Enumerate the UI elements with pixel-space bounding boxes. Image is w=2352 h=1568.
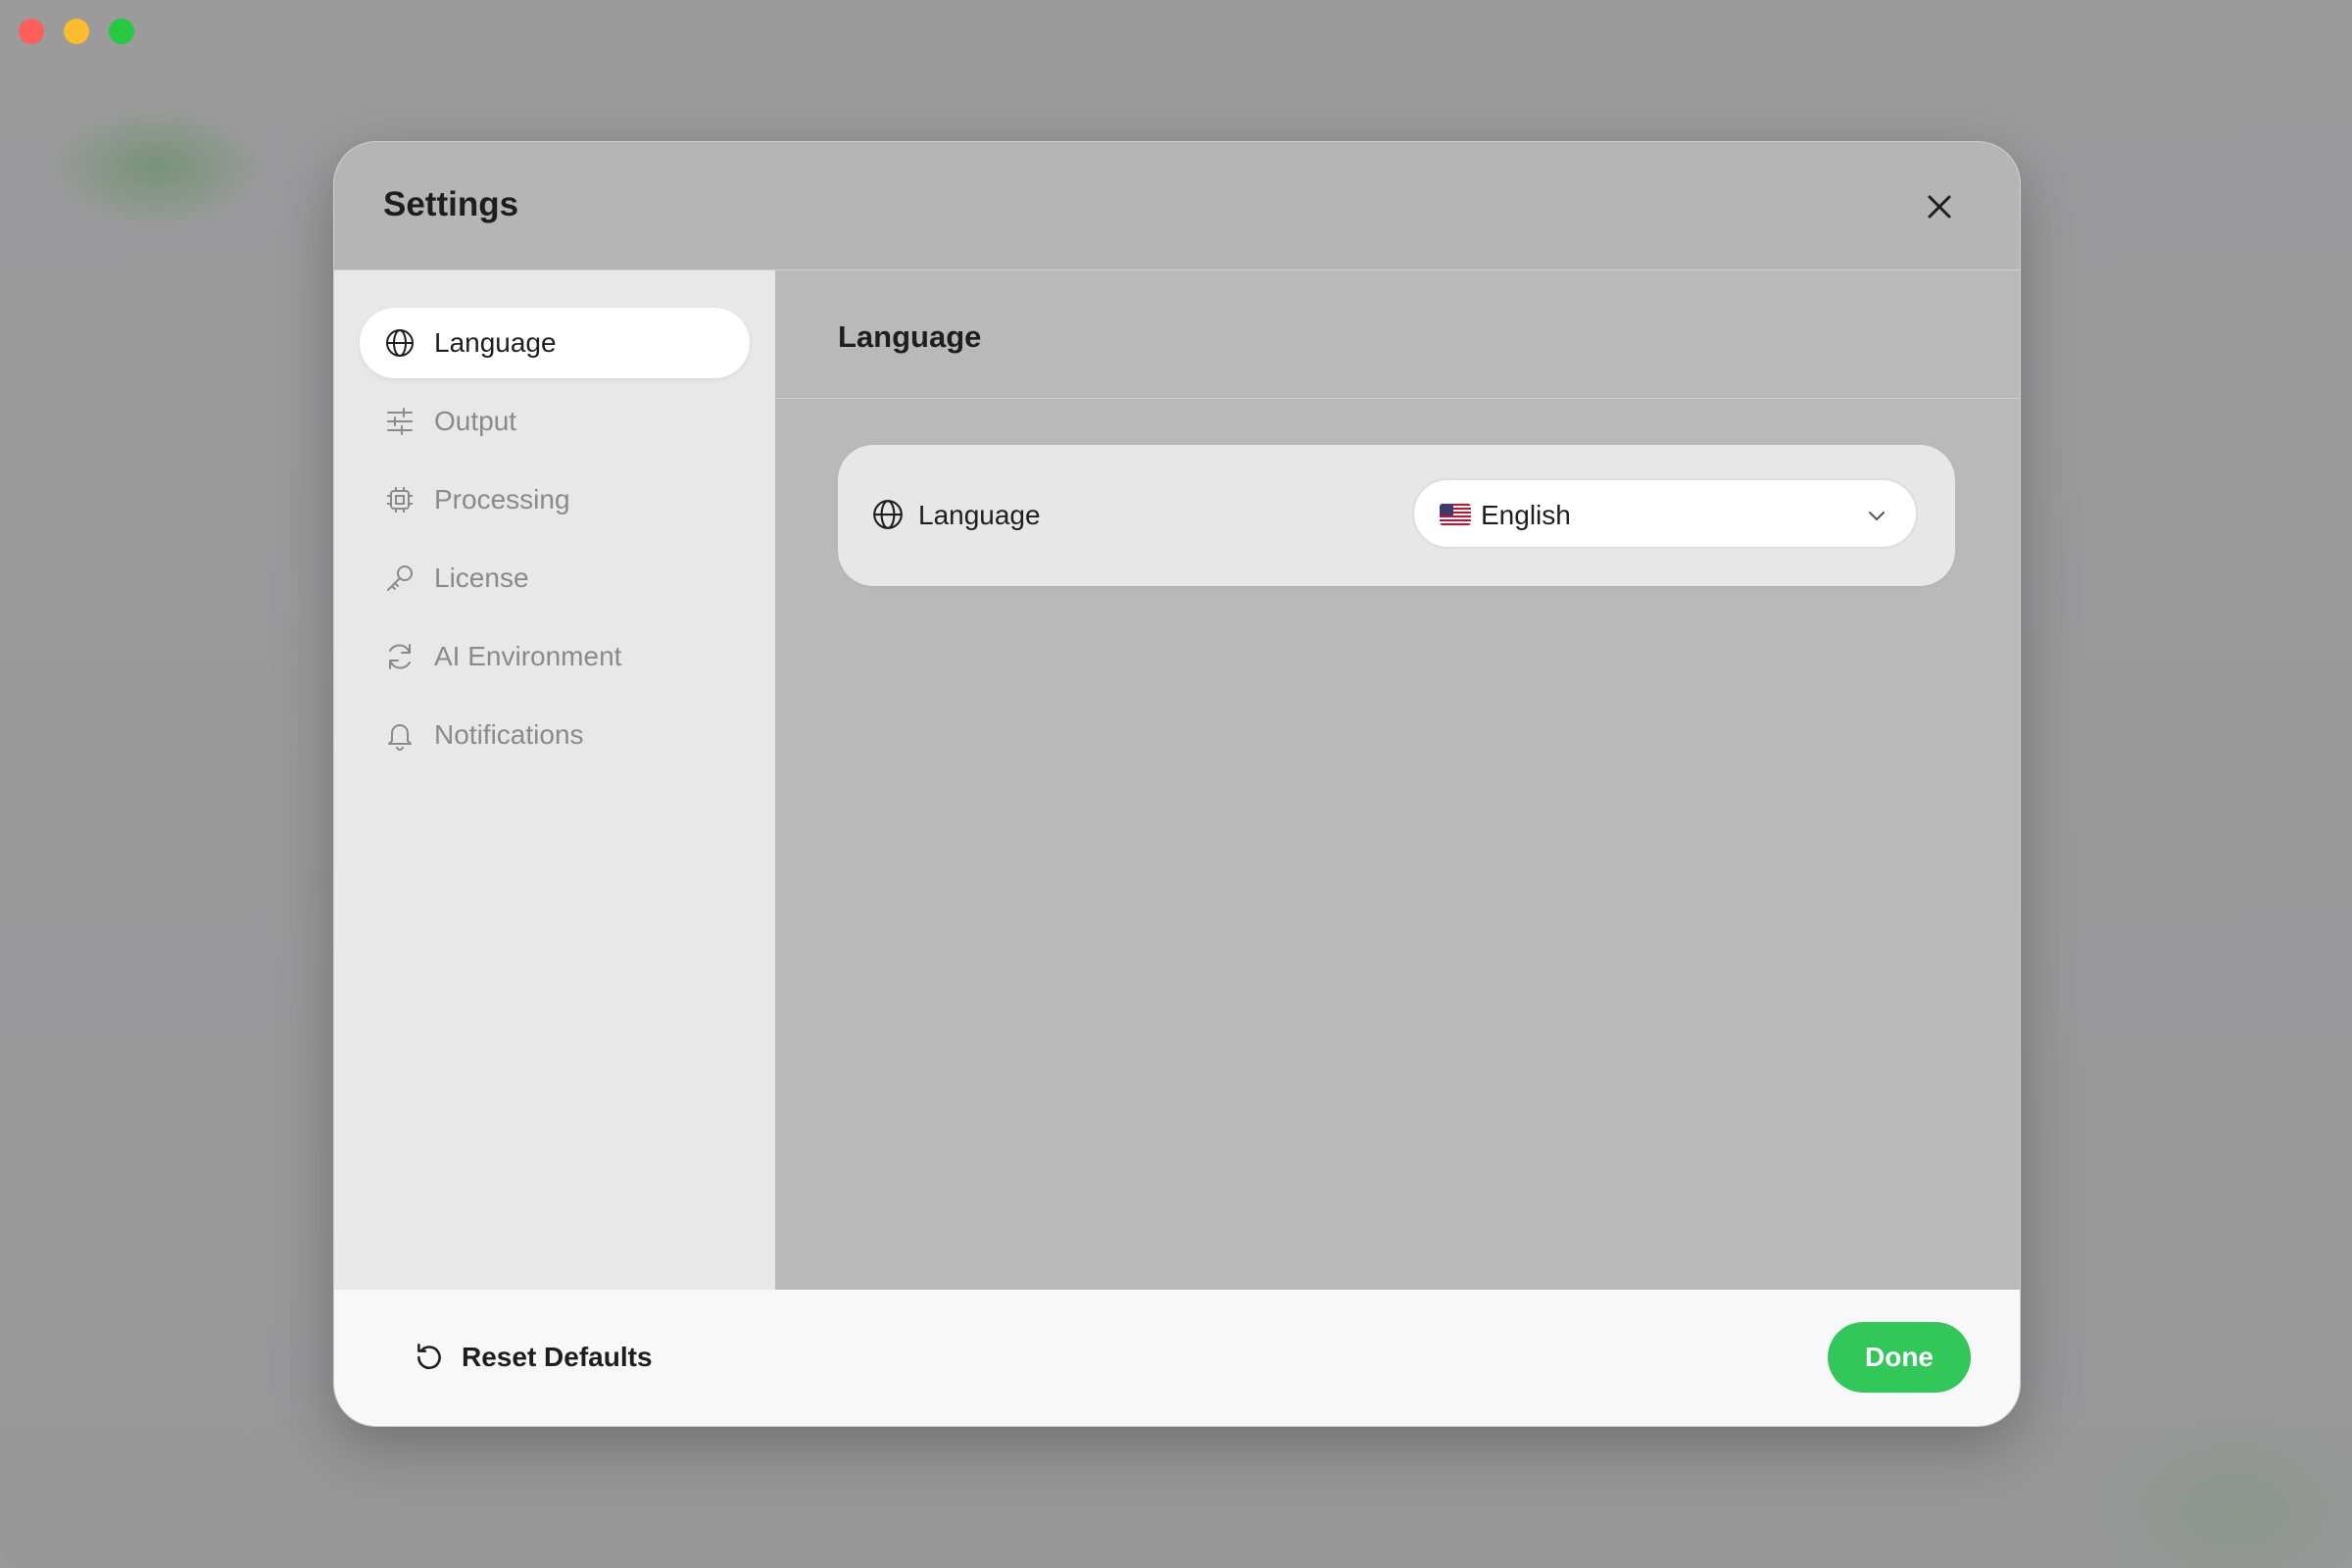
window-minimize-button[interactable] <box>64 19 89 44</box>
sidebar-item-label: Output <box>434 406 517 436</box>
sidebar-item-label: Language <box>434 327 557 358</box>
reset-defaults-button[interactable]: Reset Defaults <box>413 1335 653 1380</box>
sidebar-item-output[interactable]: Output <box>360 386 750 457</box>
content-title: Language <box>838 319 982 354</box>
language-select[interactable]: English <box>1412 478 1918 549</box>
cpu-icon <box>383 483 416 516</box>
chevron-down-icon <box>1869 512 1885 520</box>
close-button[interactable] <box>1920 187 1959 226</box>
language-setting-card: Language English <box>838 445 1955 586</box>
content-header: Language <box>775 270 2020 399</box>
dialog-footer: Reset Defaults Done <box>334 1290 2020 1426</box>
settings-content: Language Language English <box>775 270 2020 1290</box>
sidebar-item-label: AI Environment <box>434 641 622 671</box>
sidebar-item-license[interactable]: License <box>360 543 750 613</box>
sidebar-item-processing[interactable]: Processing <box>360 465 750 535</box>
sidebar-item-label: Notifications <box>434 719 584 750</box>
language-select-value: English <box>1481 500 1571 530</box>
done-button[interactable]: Done <box>1828 1322 1971 1393</box>
sliders-icon <box>383 405 416 438</box>
close-icon <box>1928 195 1951 219</box>
key-icon <box>383 562 416 595</box>
sidebar-item-notifications[interactable]: Notifications <box>360 700 750 770</box>
sidebar-item-label: Processing <box>434 484 570 514</box>
settings-dialog: Settings Language Output Processing Lice… <box>333 141 2021 1427</box>
us-flag-icon <box>1440 504 1471 525</box>
globe-icon <box>383 326 416 360</box>
sidebar-item-label: License <box>434 563 529 593</box>
window-close-button[interactable] <box>19 19 44 44</box>
sidebar-item-ai-environment[interactable]: AI Environment <box>360 621 750 692</box>
globe-icon <box>873 500 903 529</box>
reset-defaults-label: Reset Defaults <box>462 1342 653 1372</box>
bell-icon <box>383 718 416 752</box>
sidebar-item-language[interactable]: Language <box>360 308 750 378</box>
language-setting-label: Language <box>918 500 1041 530</box>
app-window: Settings Language Output Processing Lice… <box>0 0 2352 1568</box>
settings-sidebar: Language Output Processing License AI En… <box>334 270 775 1290</box>
dialog-header: Settings <box>334 142 2020 270</box>
refresh-icon <box>383 640 416 673</box>
reset-icon <box>417 1343 441 1370</box>
window-maximize-button[interactable] <box>109 19 134 44</box>
dialog-title: Settings <box>383 185 519 223</box>
